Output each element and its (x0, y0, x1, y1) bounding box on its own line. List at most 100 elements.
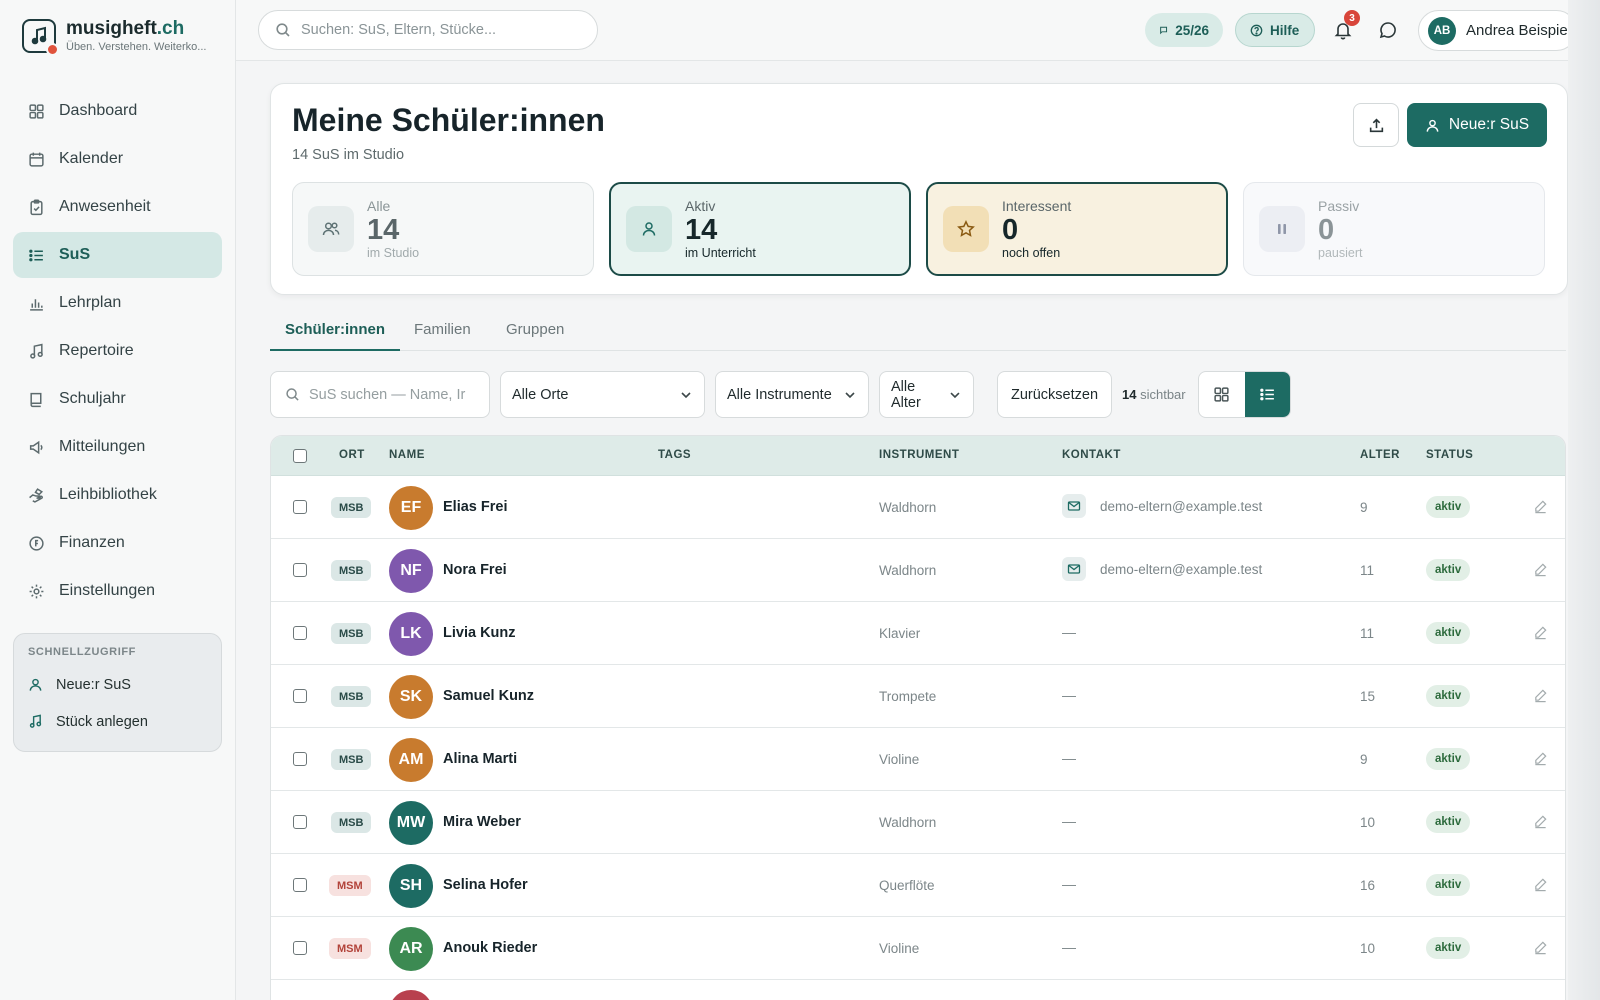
location-badge: MSB (331, 686, 372, 707)
school-year-label: 25/26 (1175, 22, 1209, 38)
table-row[interactable]: MSM AR Anouk Rieder Violine — 10 aktiv (271, 917, 1565, 980)
stat-card-aktiv[interactable]: Aktiv 14 im Unterricht (609, 182, 911, 276)
student-name[interactable]: Samuel Kunz (443, 688, 534, 704)
global-search[interactable] (258, 10, 598, 50)
student-name[interactable]: Nora Frei (443, 562, 507, 578)
student-contact: — (1062, 624, 1076, 640)
window-edge-shadow (1568, 0, 1600, 1000)
tab-schuelerinnen[interactable]: Schüler:innen (270, 313, 401, 351)
quick-new-student[interactable]: Neue:r SuS (28, 666, 207, 703)
table-row[interactable]: MSM SH Selina Hofer Querflöte — 16 aktiv (271, 854, 1565, 917)
row-checkbox[interactable] (293, 563, 307, 577)
reset-filters-button[interactable]: Zurücksetzen (997, 371, 1112, 418)
row-checkbox[interactable] (293, 815, 307, 829)
edit-icon[interactable] (1533, 499, 1549, 515)
student-search[interactable] (270, 371, 490, 418)
student-age: 11 (1360, 626, 1375, 641)
table-row[interactable]: MSB AM Alina Marti Violine — 9 aktiv (271, 728, 1565, 791)
sidebar-item-lehrplan[interactable]: Lehrplan (13, 280, 222, 326)
student-instrument: Violine (879, 941, 920, 956)
col-alter[interactable]: ALTER (1360, 449, 1400, 461)
status-badge: aktiv (1426, 937, 1471, 959)
sidebar-item-schuljahr[interactable]: Schuljahr (13, 376, 222, 422)
notifications-button[interactable]: 3 (1329, 10, 1360, 44)
row-checkbox[interactable] (293, 752, 307, 766)
row-checkbox[interactable] (293, 500, 307, 514)
sidebar-item-kalender[interactable]: Kalender (13, 136, 222, 182)
edit-icon[interactable] (1533, 814, 1549, 830)
grid-view-button[interactable] (1199, 372, 1245, 417)
messages-button[interactable] (1374, 16, 1402, 44)
table-row[interactable]: MSB LK Livia Kunz Klavier — 11 aktiv (271, 602, 1565, 665)
col-instrument[interactable]: INSTRUMENT (879, 449, 959, 461)
location-select[interactable]: Alle Orte (500, 371, 705, 418)
select-all-checkbox[interactable] (293, 449, 307, 463)
instrument-select[interactable]: Alle Instrumente (715, 371, 869, 418)
sidebar-item-repertoire[interactable]: Repertoire (13, 328, 222, 374)
row-checkbox[interactable] (293, 689, 307, 703)
student-contact: — (1062, 876, 1076, 892)
list-view-button[interactable] (1244, 372, 1290, 417)
location-badge: MSM (329, 938, 371, 959)
export-button[interactable] (1353, 103, 1399, 147)
col-tags: TAGS (658, 449, 692, 461)
user-menu[interactable]: AB Andrea Beispiel (1418, 10, 1577, 51)
table-row[interactable]: MSB SK Samuel Kunz Trompete — 15 aktiv (271, 665, 1565, 728)
global-search-input[interactable] (301, 22, 571, 38)
row-checkbox[interactable] (293, 626, 307, 640)
new-student-button[interactable]: Neue:r SuS (1407, 103, 1547, 147)
edit-icon[interactable] (1533, 625, 1549, 641)
student-name[interactable]: Livia Kunz (443, 625, 516, 641)
stat-card-alle[interactable]: Alle 14 im Studio (292, 182, 594, 276)
student-age: 9 (1360, 500, 1368, 515)
row-checkbox[interactable] (293, 878, 307, 892)
edit-icon[interactable] (1533, 562, 1549, 578)
age-select[interactable]: Alle Alter (879, 371, 974, 418)
stat-card-passiv[interactable]: Passiv 0 pausiert (1243, 182, 1545, 276)
student-contact[interactable]: demo-eltern@example.test (1062, 494, 1262, 518)
table-row[interactable]: MSB NF Nora Frei Waldhorn demo-eltern@ex… (271, 539, 1565, 602)
school-year-pill[interactable]: 25/26 (1145, 13, 1223, 47)
col-status[interactable]: STATUS (1426, 449, 1473, 461)
tab-gruppen[interactable]: Gruppen (491, 313, 579, 351)
sidebar-item-label: Finanzen (59, 534, 125, 551)
table-row[interactable]: MSB MW Mira Weber Waldhorn — 10 aktiv (271, 791, 1565, 854)
sidebar-item-einstellungen[interactable]: Einstellungen (13, 568, 222, 614)
sidebar-item-dashboard[interactable]: Dashboard (13, 88, 222, 134)
table-row[interactable] (271, 980, 1565, 1000)
student-name[interactable]: Alina Marti (443, 751, 517, 767)
help-button[interactable]: Hilfe (1235, 13, 1315, 47)
stat-value: 14 (367, 214, 400, 246)
user-icon (1426, 119, 1439, 132)
edit-icon[interactable] (1533, 751, 1549, 767)
stat-card-interessent[interactable]: Interessent 0 noch offen (926, 182, 1228, 276)
page-header-card: Meine Schüler:innen 14 SuS im Studio Neu… (270, 83, 1568, 295)
help-icon (1250, 24, 1263, 36)
edit-icon[interactable] (1533, 877, 1549, 893)
quick-add-piece[interactable]: Stück anlegen (28, 703, 207, 740)
student-name[interactable]: Selina Hofer (443, 877, 528, 893)
app-logo[interactable]: musigheft.ch Üben. Verstehen. Weiterko..… (22, 18, 206, 56)
sidebar-nav: Dashboard Kalender Anwesenheit SuS Lehrp… (13, 88, 222, 616)
edit-icon[interactable] (1533, 940, 1549, 956)
student-age: 9 (1360, 752, 1368, 767)
tab-familien[interactable]: Familien (399, 313, 486, 351)
student-name[interactable]: Anouk Rieder (443, 940, 537, 956)
help-label: Hilfe (1270, 22, 1300, 38)
student-search-input[interactable] (309, 386, 479, 403)
student-name[interactable]: Elias Frei (443, 499, 507, 515)
student-name[interactable]: Mira Weber (443, 814, 521, 830)
student-contact[interactable]: demo-eltern@example.test (1062, 557, 1262, 581)
sidebar-item-sus[interactable]: SuS (13, 232, 222, 278)
sidebar-item-anwesenheit[interactable]: Anwesenheit (13, 184, 222, 230)
row-checkbox[interactable] (293, 941, 307, 955)
status-badge: aktiv (1426, 811, 1471, 833)
edit-icon[interactable] (1533, 688, 1549, 704)
table-row[interactable]: MSB EF Elias Frei Waldhorn demo-eltern@e… (271, 476, 1565, 539)
sidebar-item-finanzen[interactable]: Finanzen (13, 520, 222, 566)
sidebar-item-leihbibliothek[interactable]: Leihbibliothek (13, 472, 222, 518)
hand-icon (27, 486, 45, 504)
col-name[interactable]: NAME (389, 449, 425, 461)
sidebar-item-mitteilungen[interactable]: Mitteilungen (13, 424, 222, 470)
pause-icon (1259, 206, 1305, 252)
